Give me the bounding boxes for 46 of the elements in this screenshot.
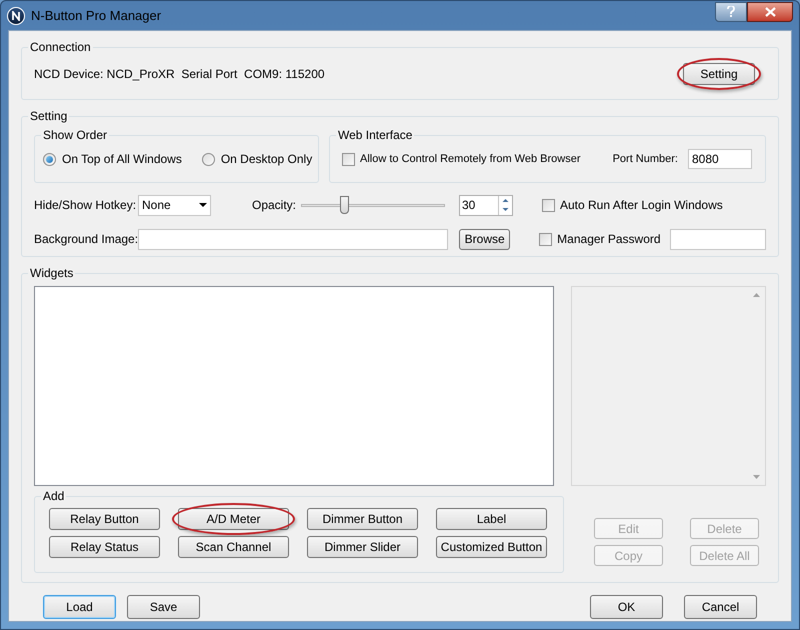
help-button[interactable] xyxy=(715,2,747,22)
push-button[interactable]: Relay Status xyxy=(49,536,160,558)
window-title: N-Button Pro Manager xyxy=(31,6,162,25)
push-button[interactable]: Load xyxy=(43,595,116,619)
scroll-up-icon[interactable] xyxy=(753,293,760,297)
push-button[interactable]: Save xyxy=(127,595,200,619)
push-button[interactable]: Customized Button xyxy=(436,536,547,558)
opacity-label: Opacity: xyxy=(252,197,298,214)
background-field[interactable] xyxy=(138,228,448,250)
checkbox-label: Auto Run After Login Windows xyxy=(560,197,723,214)
checkbox[interactable] xyxy=(539,232,552,246)
checkbox-label: Allow to Control Remotely from Web Browser xyxy=(360,152,580,167)
opacity-slider[interactable] xyxy=(301,194,445,216)
push-button[interactable]: Setting xyxy=(683,62,755,84)
caret-icon xyxy=(199,203,207,207)
question-mark-icon xyxy=(727,6,735,17)
checkbox[interactable] xyxy=(542,198,555,212)
push-button[interactable]: Dimmer Slider xyxy=(307,536,418,558)
app-logo-icon xyxy=(7,6,25,24)
group-title: Widgets xyxy=(28,265,76,281)
port-field[interactable]: 8080 xyxy=(688,149,752,169)
checkbox-label: Manager Password xyxy=(557,231,661,248)
push-button[interactable]: Cancel xyxy=(684,595,757,619)
push-button[interactable]: Relay Button xyxy=(49,508,160,530)
radio-label: On Desktop Only xyxy=(220,151,312,168)
scroll-down-icon[interactable] xyxy=(753,475,760,479)
push-button[interactable]: Label xyxy=(436,508,547,530)
password-field[interactable] xyxy=(670,228,766,250)
push-button[interactable]: A/D Meter xyxy=(178,508,289,530)
radio-button[interactable] xyxy=(43,152,56,166)
radio-button[interactable] xyxy=(202,152,215,166)
push-button[interactable]: Scan Channel xyxy=(178,536,289,558)
close-icon xyxy=(764,6,776,16)
connection-info: NCD Device: NCD_ProXR Serial Port COM9: 115200 xyxy=(34,66,325,82)
slider-thumb[interactable] xyxy=(340,196,350,214)
close-button[interactable] xyxy=(747,2,793,22)
background-label: Background Image: xyxy=(34,231,138,248)
group-title: Setting xyxy=(28,108,70,124)
push-button[interactable]: Browse xyxy=(459,228,510,250)
hotkey-label: Hide/Show Hotkey: xyxy=(34,197,138,214)
checkbox[interactable] xyxy=(342,152,355,166)
hotkey-dropdown[interactable]: None xyxy=(138,194,211,216)
push-button[interactable]: OK xyxy=(590,595,663,619)
push-button[interactable]: Dimmer Button xyxy=(307,508,418,530)
port-label: Port Number: xyxy=(612,152,678,167)
radio-label: On Top of All Windows xyxy=(62,151,182,168)
